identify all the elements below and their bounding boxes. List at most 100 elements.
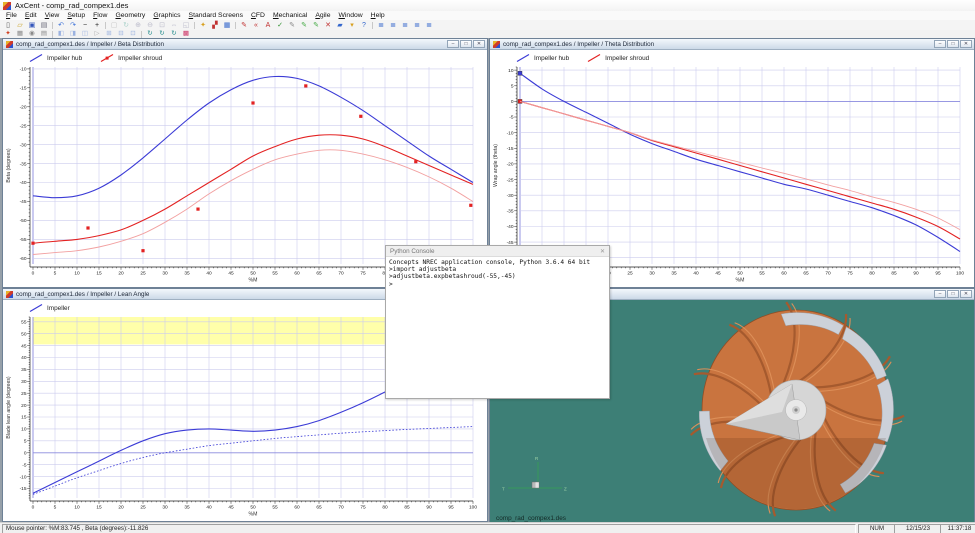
window-beta-title: comp_rad_compex1.des / Impeller / Beta D… [16, 41, 164, 48]
delete-curve-icon[interactable]: ✕ [322, 21, 334, 30]
python-console-title: Python Console [390, 248, 434, 255]
svg-text:35: 35 [21, 367, 27, 373]
minimize-icon[interactable]: – [934, 40, 946, 48]
refresh-icon[interactable]: ↻ [120, 21, 132, 30]
save-icon[interactable]: ▣ [26, 21, 38, 30]
legend-line-sample [29, 53, 44, 63]
zoom-window-icon[interactable]: ⊡ [156, 21, 168, 30]
layers-2-icon[interactable]: ≣ [387, 21, 399, 30]
angle-tool-icon[interactable]: « [250, 21, 262, 30]
layout-grid-icon[interactable]: ◫ [79, 30, 91, 38]
layers-3-icon[interactable]: ≣ [399, 21, 411, 30]
layers-5-icon[interactable]: ≣ [423, 21, 435, 30]
menu-cfd[interactable]: CFD [247, 11, 269, 20]
status-date: 12/15/23 [894, 524, 942, 533]
rotate-z-icon[interactable]: ↻ [168, 30, 180, 38]
menu-geometry[interactable]: Geometry [111, 11, 149, 20]
redo-icon[interactable]: ↷ [67, 21, 79, 30]
pin-icon[interactable]: ▾ [346, 21, 358, 30]
help-pick-icon[interactable]: ? [358, 21, 370, 30]
layers-4-icon[interactable]: ≣ [411, 21, 423, 30]
open-icon[interactable]: ▱ [14, 21, 26, 30]
view-cube-icon[interactable]: ▩ [180, 30, 192, 38]
menu-view[interactable]: View [41, 11, 64, 20]
zoom-out-step-icon[interactable]: − [79, 21, 91, 30]
legend-entry: Impeller hub [516, 53, 569, 63]
minimize-icon[interactable]: – [447, 40, 459, 48]
status-mouse-pointer: Mouse pointer: %M:83.745 , Beta (degrees… [2, 524, 856, 533]
svg-text:15: 15 [96, 505, 102, 511]
svg-text:85: 85 [404, 505, 410, 511]
svg-text:55: 55 [21, 320, 27, 326]
zoom-out-icon[interactable]: ⊖ [144, 21, 156, 30]
menu-window[interactable]: Window [334, 11, 366, 20]
svg-text:75: 75 [847, 271, 853, 277]
window-beta-titlebar[interactable]: comp_rad_compex1.des / Impeller / Beta D… [3, 39, 487, 50]
layout-two-icon[interactable]: ◨ [67, 30, 79, 38]
legend-label: Impeller hub [534, 55, 569, 62]
rotate-x-icon[interactable]: ↻ [144, 30, 156, 38]
window-theta-titlebar[interactable]: comp_rad_compex1.des / Impeller / Theta … [490, 39, 974, 50]
new-icon[interactable]: ▯ [2, 21, 14, 30]
cascade-icon[interactable]: ⊡ [127, 30, 139, 38]
menu-edit[interactable]: Edit [21, 11, 41, 20]
restore-icon[interactable]: □ [947, 290, 959, 298]
python-console-input[interactable]: Concepts NREC application console, Pytho… [386, 257, 609, 398]
close-icon[interactable]: ✕ [960, 40, 972, 48]
window-theta-title: comp_rad_compex1.des / Impeller / Theta … [503, 41, 654, 48]
menu-mechanical[interactable]: Mechanical [269, 11, 311, 20]
layers-1-icon[interactable]: ≣ [375, 21, 387, 30]
cfd-run-icon[interactable]: ✦ [2, 30, 14, 38]
svg-text:35: 35 [184, 505, 190, 511]
layout-one-icon[interactable]: ◧ [55, 30, 67, 38]
axcent-logo-icon [3, 2, 11, 10]
mesh-icon[interactable]: ▦ [14, 30, 26, 38]
tile-h-icon[interactable]: ⊞ [103, 30, 115, 38]
menu-graphics[interactable]: Graphics [149, 11, 184, 20]
python-console-titlebar[interactable]: Python Console ✕ [386, 246, 609, 257]
design-point-icon[interactable]: ✦ [197, 21, 209, 30]
fit-view-icon[interactable]: ◱ [180, 21, 192, 30]
menu-flow[interactable]: Flow [89, 11, 111, 20]
svg-text:-5: -5 [22, 462, 27, 468]
svg-text:90: 90 [913, 271, 919, 277]
undo-icon[interactable]: ↶ [55, 21, 67, 30]
legend-line-sample [587, 53, 602, 63]
svg-text:-10: -10 [20, 474, 27, 480]
menu-agile[interactable]: Agile [311, 11, 334, 20]
zoom-in-icon[interactable]: ⊕ [132, 21, 144, 30]
edit-mean-icon[interactable]: ✎ [298, 21, 310, 30]
edit-hub-icon[interactable]: ✎ [286, 21, 298, 30]
sketcher-icon[interactable]: ✎ [238, 21, 250, 30]
svg-text:5: 5 [54, 505, 57, 511]
report-icon[interactable]: ▤ [38, 30, 50, 38]
pan-icon[interactable]: ⇔ [168, 21, 180, 30]
minimize-icon[interactable]: – [934, 290, 946, 298]
restore-icon[interactable]: □ [947, 40, 959, 48]
menu-setup[interactable]: Setup [63, 11, 89, 20]
close-icon[interactable]: ✕ [600, 248, 605, 255]
restore-icon[interactable]: □ [460, 40, 472, 48]
svg-text:55: 55 [272, 271, 278, 277]
menu-standard-screens[interactable]: Standard Screens [185, 11, 247, 20]
menu-file[interactable]: File [2, 11, 21, 20]
flag-icon[interactable]: ▰ [334, 21, 346, 30]
close-icon[interactable]: ✕ [473, 40, 485, 48]
solver-icon[interactable]: ◉ [26, 30, 38, 38]
check-icon[interactable]: ✓ [274, 21, 286, 30]
close-icon[interactable]: ✕ [960, 290, 972, 298]
select-icon[interactable]: ▢ [108, 21, 120, 30]
tile-v-icon[interactable]: ⊟ [115, 30, 127, 38]
edit-shroud-icon[interactable]: ✎ [310, 21, 322, 30]
grid-view-icon[interactable]: ▦ [221, 21, 233, 30]
svg-text:60: 60 [294, 505, 300, 511]
svg-text:-25: -25 [507, 177, 514, 183]
blade-editor-icon[interactable]: ▞ [209, 21, 221, 30]
svg-text:Blade lean angle (degrees): Blade lean angle (degrees) [6, 376, 12, 439]
play-icon[interactable]: ▷ [91, 30, 103, 38]
print-icon[interactable]: ▤ [38, 21, 50, 30]
menu-help[interactable]: Help [367, 11, 389, 20]
zoom-in-step-icon[interactable]: + [91, 21, 103, 30]
annotate-icon[interactable]: A [262, 21, 274, 30]
rotate-y-icon[interactable]: ↻ [156, 30, 168, 38]
